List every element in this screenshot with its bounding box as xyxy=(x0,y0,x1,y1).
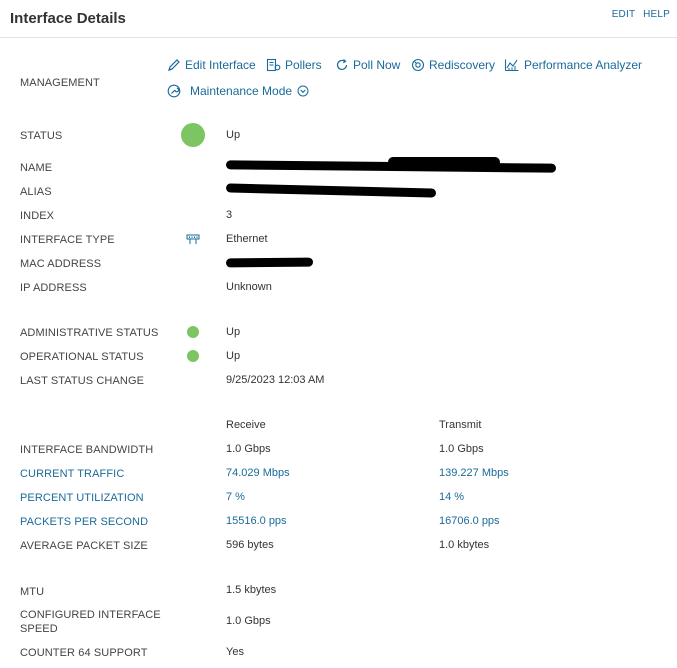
poll-now-label: Poll Now xyxy=(353,58,401,72)
alias-label: ALIAS xyxy=(20,186,52,198)
configured-speed-label-line2: SPEED xyxy=(20,623,58,635)
last-status-change-value: 9/25/2023 12:03 AM xyxy=(226,374,325,386)
configured-speed-label-line1: CONFIGURED INTERFACE xyxy=(20,609,161,621)
current-traffic-receive-link[interactable]: 74.029 Mbps xyxy=(226,467,290,479)
average-packet-size-label: AVERAGE PACKET SIZE xyxy=(20,540,148,552)
current-traffic-transmit-link[interactable]: 139.227 Mbps xyxy=(439,467,509,479)
receive-column-header: Receive xyxy=(226,419,266,431)
edit-interface-button[interactable]: Edit Interface xyxy=(167,58,256,72)
status-value: Up xyxy=(226,129,241,141)
rediscovery-icon xyxy=(411,58,425,72)
percent-utilization-transmit-link[interactable]: 14 % xyxy=(439,491,464,503)
operational-status-value: Up xyxy=(226,350,241,362)
index-label: INDEX xyxy=(20,210,55,222)
mtu-label: MTU xyxy=(20,586,45,598)
interface-type-value: Ethernet xyxy=(226,233,268,245)
counter64-support-label: COUNTER 64 SUPPORT xyxy=(20,647,148,659)
pollers-button[interactable]: Pollers xyxy=(266,58,322,72)
operational-status-label: OPERATIONAL STATUS xyxy=(20,351,144,363)
transmit-column-header: Transmit xyxy=(439,419,482,431)
counter64-support-value: Yes xyxy=(226,646,244,658)
status-indicator xyxy=(181,123,205,147)
maintenance-mode-label: Maintenance Mode xyxy=(190,84,293,98)
average-packet-size-transmit: 1.0 kbytes xyxy=(439,539,490,551)
maintenance-mode-dropdown[interactable]: Maintenance Mode xyxy=(167,84,313,98)
name-label: NAME xyxy=(20,162,53,174)
edit-link[interactable]: EDIT xyxy=(612,9,636,20)
pollers-icon xyxy=(266,58,281,72)
packets-per-second-transmit-link[interactable]: 16706.0 pps xyxy=(439,515,500,527)
mac-address-redaction xyxy=(225,257,314,268)
packets-per-second-receive-link[interactable]: 15516.0 pps xyxy=(226,515,287,527)
pencil-icon xyxy=(168,59,180,71)
mac-address-label: MAC ADDRESS xyxy=(20,258,102,270)
interface-bandwidth-receive: 1.0 Gbps xyxy=(226,443,271,455)
poll-now-button[interactable]: Poll Now xyxy=(335,58,400,72)
administrative-status-label: ADMINISTRATIVE STATUS xyxy=(20,327,159,339)
interface-type-label: INTERFACE TYPE xyxy=(20,234,115,246)
name-redaction-overlay xyxy=(388,157,500,167)
alias-redaction xyxy=(225,183,437,198)
panel-title: Interface Details xyxy=(10,10,126,27)
header-links: EDIT HELP xyxy=(607,9,670,20)
rediscovery-button[interactable]: Rediscovery xyxy=(411,58,495,72)
status-label: STATUS xyxy=(20,130,63,142)
interface-bandwidth-label: INTERFACE BANDWIDTH xyxy=(20,444,154,456)
ethernet-icon xyxy=(186,234,200,244)
performance-analyzer-label: Performance Analyzer xyxy=(524,58,643,72)
last-status-change-label: LAST STATUS CHANGE xyxy=(20,375,145,387)
ip-address-label: IP ADDRESS xyxy=(20,282,87,294)
performance-analyzer-icon xyxy=(504,59,519,72)
interface-bandwidth-transmit: 1.0 Gbps xyxy=(439,443,484,455)
rediscovery-label: Rediscovery xyxy=(429,58,496,72)
ip-address-value: Unknown xyxy=(226,281,272,293)
packets-per-second-link[interactable]: PACKETS PER SECOND xyxy=(20,516,148,528)
pollers-label: Pollers xyxy=(285,58,322,72)
refresh-icon xyxy=(336,59,348,71)
performance-analyzer-button[interactable]: Performance Analyzer xyxy=(504,58,642,72)
average-packet-size-receive: 596 bytes xyxy=(226,539,274,551)
panel-header: Interface Details EDIT HELP xyxy=(0,0,677,38)
wrench-icon xyxy=(167,84,181,98)
operational-status-indicator xyxy=(187,350,199,362)
administrative-status-indicator xyxy=(187,326,199,338)
help-link[interactable]: HELP xyxy=(643,9,670,20)
configured-speed-value: 1.0 Gbps xyxy=(226,615,271,627)
current-traffic-link[interactable]: CURRENT TRAFFIC xyxy=(20,468,124,480)
chevron-down-icon xyxy=(297,85,309,97)
index-value: 3 xyxy=(226,209,233,221)
percent-utilization-link[interactable]: PERCENT UTILIZATION xyxy=(20,492,144,504)
administrative-status-value: Up xyxy=(226,326,241,338)
edit-interface-label: Edit Interface xyxy=(185,58,256,72)
percent-utilization-receive-link[interactable]: 7 % xyxy=(226,491,245,503)
management-label: MANAGEMENT xyxy=(20,77,100,89)
mtu-value: 1.5 kbytes xyxy=(226,584,277,596)
